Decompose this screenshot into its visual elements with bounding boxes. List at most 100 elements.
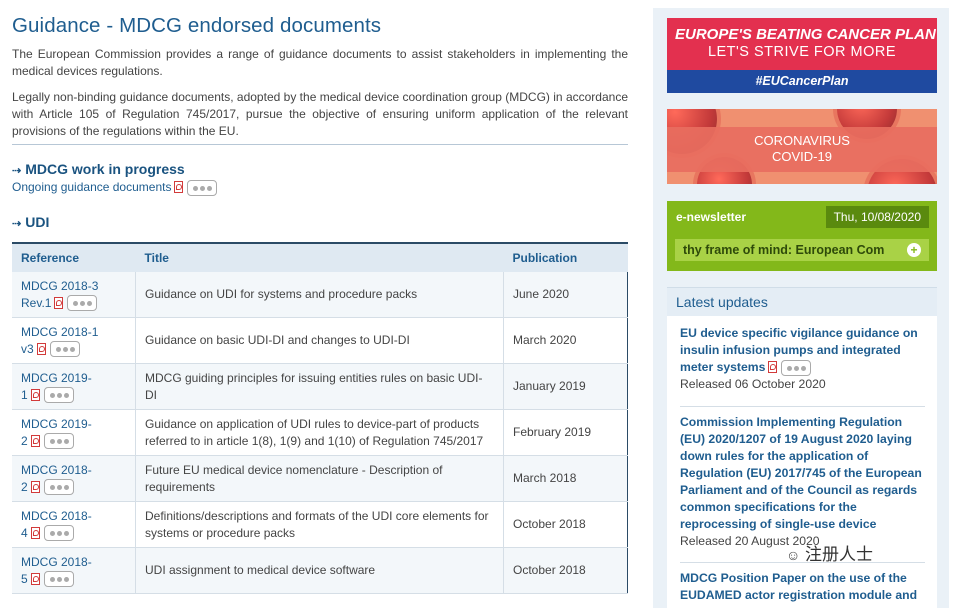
reference-cell: MDCG 2019- 1	[12, 363, 136, 410]
reference-link[interactable]: MDCG 2019-	[21, 371, 92, 385]
pdf-icon[interactable]	[173, 181, 184, 194]
udi-table: Reference Title Publication MDCG 2018-3 R…	[12, 242, 628, 594]
pdf-icon[interactable]	[30, 434, 41, 447]
more-options-icon[interactable]	[43, 525, 74, 542]
publication-cell: February 2019	[503, 409, 628, 456]
reference-link-suffix[interactable]: 1	[21, 388, 28, 402]
title-cell: Guidance on UDI for systems and procedur…	[135, 272, 504, 318]
table-row: MDCG 2018-1 v3 Guidance on basic UDI-DI an…	[12, 317, 628, 364]
more-options-icon[interactable]	[43, 479, 74, 496]
pdf-icon[interactable]	[30, 526, 41, 539]
more-options-icon[interactable]	[781, 359, 812, 376]
more-options-icon[interactable]	[43, 571, 74, 588]
intro-paragraph-1: The European Commission provides a range…	[12, 47, 628, 78]
pdf-icon[interactable]	[36, 342, 47, 355]
reference-cell: MDCG 2018- 5	[12, 547, 136, 594]
title-cell: MDCG guiding principles for issuing enti…	[135, 363, 504, 410]
update-item: Commission Implementing Regulation (EU) …	[680, 414, 925, 550]
table-row: MDCG 2018- 2 Future EU medical device nome…	[12, 455, 628, 502]
page-title: Guidance - MDCG endorsed documents	[12, 14, 382, 37]
banner2-line1: CORONAVIRUS	[754, 133, 850, 148]
title-cell: Guidance on basic UDI-DI and changes to …	[135, 317, 504, 364]
table-row: MDCG 2019- 2 Guidance on application of UD…	[12, 409, 628, 456]
reference-link-suffix[interactable]: 2	[21, 480, 28, 494]
reference-link-suffix[interactable]: 4	[21, 526, 28, 540]
wip-link-row: Ongoing guidance documents	[12, 180, 218, 196]
update-title-link[interactable]: MDCG Position Paper on the use of the EU…	[680, 571, 917, 602]
reference-link[interactable]: MDCG 2018-3	[21, 279, 98, 293]
banner2-line2: COVID-19	[772, 149, 832, 164]
more-options-icon[interactable]	[187, 180, 218, 196]
table-row: MDCG 2019- 1 MDCG guiding principles for i…	[12, 363, 628, 410]
reference-cell: MDCG 2018- 4	[12, 501, 136, 548]
reference-link-suffix[interactable]: 5	[21, 572, 28, 586]
divider	[680, 406, 925, 407]
udi-heading: UDI	[25, 214, 50, 230]
update-released: Released 06 October 2020	[680, 377, 826, 391]
wechat-icon: ☺	[786, 547, 801, 563]
reference-cell: MDCG 2018-1 v3	[12, 317, 136, 364]
newsletter-ticker[interactable]: thy frame of mind: European Com +	[675, 239, 929, 261]
column-header-title: Title	[135, 242, 504, 272]
wip-heading: MDCG work in progress	[25, 161, 185, 177]
more-options-icon[interactable]	[43, 433, 74, 450]
reference-link[interactable]: MDCG 2018-	[21, 509, 92, 523]
title-cell: Guidance on application of UDI rules to …	[135, 409, 504, 456]
reference-link[interactable]: MDCG 2019-	[21, 417, 92, 431]
reference-link[interactable]: MDCG 2018-1	[21, 325, 98, 339]
publication-cell: March 2020	[503, 317, 628, 364]
arrow-icon: ⇢	[12, 165, 22, 177]
divider	[12, 144, 628, 145]
pdf-icon[interactable]	[30, 572, 41, 585]
plus-circle-icon[interactable]: +	[907, 243, 921, 257]
title-cell: UDI assignment to medical device softwar…	[135, 547, 504, 594]
reference-link-suffix[interactable]: Rev.1	[21, 296, 51, 310]
table-row: MDCG 2018- 4 Definitions/descriptions and …	[12, 501, 628, 548]
section-udi: ⇢ UDI	[12, 214, 49, 230]
watermark: ☺ 注册人士	[786, 540, 873, 565]
publication-cell: March 2018	[503, 455, 628, 502]
pdf-icon[interactable]	[30, 388, 41, 401]
publication-cell: October 2018	[503, 501, 628, 548]
update-item: EU device specific vigilance guidance on…	[680, 325, 925, 393]
banner-line1: EUROPE'S BEATING CANCER PLAN	[675, 26, 936, 43]
sidebar: EUROPE'S BEATING CANCER PLAN LET'S STRIV…	[653, 8, 949, 608]
reference-link[interactable]: MDCG 2018-	[21, 463, 92, 477]
table-row: MDCG 2018-3 Rev.1 Guidance on UDI for syst…	[12, 272, 628, 318]
intro-paragraph-2: Legally non-binding guidance documents, …	[12, 90, 628, 138]
reference-link-suffix[interactable]: v3	[21, 342, 34, 356]
newsletter-label: e-newsletter	[676, 210, 747, 224]
column-header-reference: Reference	[12, 242, 136, 272]
more-options-icon[interactable]	[43, 387, 74, 404]
ongoing-guidance-link[interactable]: Ongoing guidance documents	[12, 180, 171, 194]
reference-cell: MDCG 2019- 2	[12, 409, 136, 456]
latest-updates-heading: Latest updates	[667, 288, 937, 316]
update-title-link[interactable]: Commission Implementing Regulation (EU) …	[680, 415, 922, 531]
publication-cell: January 2019	[503, 363, 628, 410]
update-item: MDCG Position Paper on the use of the EU…	[680, 570, 925, 604]
column-header-publication: Publication	[503, 242, 628, 272]
more-options-icon[interactable]	[49, 341, 80, 358]
reference-cell: MDCG 2018-3 Rev.1	[12, 272, 136, 318]
reference-link[interactable]: MDCG 2018-	[21, 555, 92, 569]
coronavirus-banner[interactable]: CORONAVIRUS COVID-19	[667, 109, 937, 184]
newsletter-date: Thu, 10/08/2020	[825, 206, 929, 228]
title-cell: Definitions/descriptions and formats of …	[135, 501, 504, 548]
section-wip: ⇢ MDCG work in progress	[12, 161, 185, 177]
more-options-icon[interactable]	[67, 295, 98, 312]
banner-line2: LET'S STRIVE FOR MORE	[707, 44, 897, 60]
cancer-plan-banner[interactable]: EUROPE'S BEATING CANCER PLAN LET'S STRIV…	[667, 18, 937, 93]
watermark-text: 注册人士	[805, 545, 874, 564]
publication-cell: June 2020	[503, 272, 628, 318]
publication-cell: October 2018	[503, 547, 628, 594]
pdf-icon[interactable]	[53, 296, 64, 309]
table-row: MDCG 2018- 5 UDI assignment to medical dev…	[12, 547, 628, 594]
e-newsletter-box: e-newsletter Thu, 10/08/2020 thy frame o…	[667, 201, 937, 271]
banner-tag: #EUCancerPlan	[667, 70, 937, 93]
pdf-icon[interactable]	[767, 361, 778, 373]
reference-link-suffix[interactable]: 2	[21, 434, 28, 448]
newsletter-ticker-text: thy frame of mind: European Com	[683, 243, 885, 257]
reference-cell: MDCG 2018- 2	[12, 455, 136, 502]
title-cell: Future EU medical device nomenclature - …	[135, 455, 504, 502]
pdf-icon[interactable]	[30, 480, 41, 493]
